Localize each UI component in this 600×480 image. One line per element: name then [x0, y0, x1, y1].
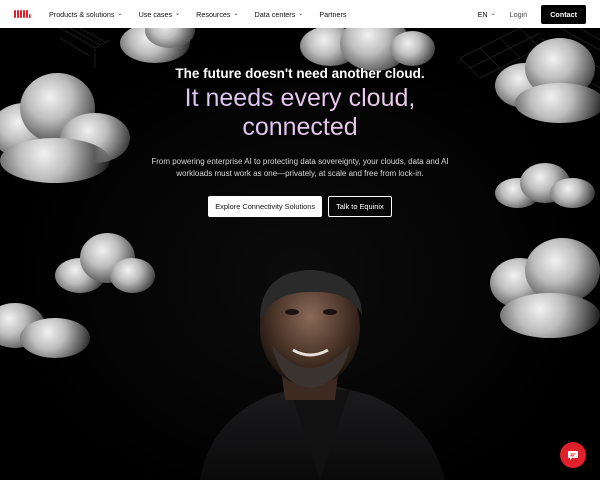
language-selector[interactable]: EN ⌄ [478, 10, 496, 19]
contact-button[interactable]: Contact [541, 4, 586, 24]
hero-subtext: From powering enterprise AI to protectin… [151, 157, 449, 178]
chevron-down-icon: ⌄ [175, 11, 181, 17]
nav-item-label: Partners [319, 9, 347, 19]
man-looking-up-image [200, 270, 445, 480]
hero-section: The future doesn't need another cloud. I… [0, 28, 600, 480]
hero-cta-group: Explore Connectivity Solutions Talk to E… [0, 196, 600, 217]
equinix-logo-icon [14, 10, 31, 18]
nav-products-solutions[interactable]: Products & solutions ⌄ [49, 10, 123, 19]
headline-line-2: connected [242, 113, 358, 141]
nav-partners[interactable]: Partners [319, 10, 346, 19]
nav-use-cases[interactable]: Use cases ⌄ [139, 10, 181, 19]
nav-right: EN ⌄ Login Contact [478, 4, 586, 24]
chevron-down-icon: ⌄ [233, 11, 239, 17]
chat-button[interactable] [560, 442, 586, 468]
explore-connectivity-button[interactable]: Explore Connectivity Solutions [208, 196, 323, 217]
nav-item-label: Products & solutions [49, 9, 115, 19]
top-navigation: Products & solutions ⌄ Use cases ⌄ Resou… [0, 0, 600, 28]
nav-resources[interactable]: Resources ⌄ [196, 10, 238, 19]
main-menu: Products & solutions ⌄ Use cases ⌄ Resou… [49, 10, 347, 19]
login-link[interactable]: Login [510, 10, 528, 19]
hero-headline: It needs every cloud, connected [0, 84, 600, 142]
hero-kicker: The future doesn't need another cloud. [175, 66, 425, 81]
nav-data-centers[interactable]: Data centers ⌄ [255, 10, 304, 19]
language-label: EN [477, 9, 488, 19]
wireframe-grid-decoration [60, 28, 110, 68]
nav-item-label: Resources [196, 9, 231, 19]
headline-line-1: It needs every cloud, [184, 84, 416, 112]
nav-item-label: Data centers [254, 9, 296, 19]
talk-to-equinix-button[interactable]: Talk to Equinix [328, 196, 392, 217]
chevron-down-icon: ⌄ [298, 11, 304, 17]
chevron-down-icon: ⌄ [490, 11, 496, 17]
chevron-down-icon: ⌄ [117, 11, 123, 17]
nav-item-label: Use cases [138, 9, 173, 19]
equinix-logo[interactable] [14, 9, 31, 19]
chat-bubble-icon [568, 451, 578, 460]
